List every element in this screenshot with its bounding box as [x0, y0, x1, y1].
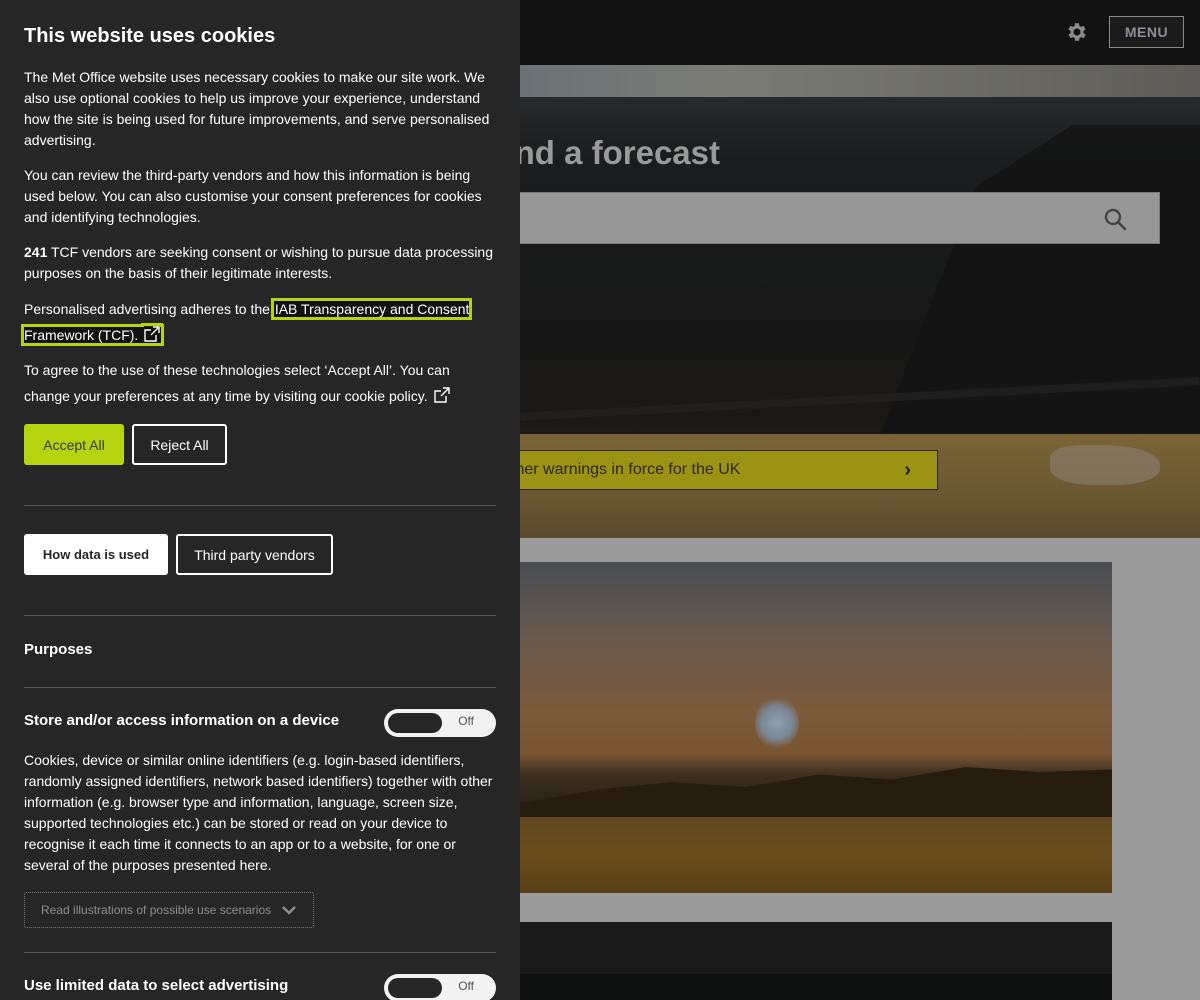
toggle-knob: [388, 713, 442, 733]
hero-rocks: [1050, 445, 1160, 485]
divider: [24, 615, 496, 616]
divider: [24, 952, 496, 953]
chevron-right-icon: ›: [904, 459, 911, 481]
toggle-knob: [388, 978, 442, 998]
warning-bar-label: ther warnings in force for the UK: [511, 461, 741, 478]
purposes-heading: Purposes: [24, 641, 93, 658]
tab-how-data-is-used[interactable]: How data is used: [24, 534, 168, 575]
reject-all-button[interactable]: Reject All: [132, 424, 227, 465]
toggle-state: Off: [458, 714, 474, 728]
vendor-count-rest: TCF vendors are seeking consent or wishi…: [24, 244, 494, 281]
cookie-review-text: You can review the third-party vendors a…: [24, 167, 482, 225]
tab-third-party-vendors[interactable]: Third party vendors: [176, 534, 333, 575]
divider: [24, 687, 496, 688]
accept-all-button[interactable]: Accept All: [24, 424, 124, 465]
search-icon[interactable]: [1103, 207, 1127, 231]
use-scenarios-expander[interactable]: Read illustrations of possible use scena…: [24, 892, 314, 928]
cookie-policy-label: To agree to the use of these technologie…: [24, 362, 450, 404]
cookie-policy-text: To agree to the use of these technologie…: [24, 357, 496, 409]
cookie-consent-panel: This website uses cookies The Met Office…: [0, 0, 520, 1000]
menu-button[interactable]: MENU: [1109, 16, 1184, 48]
purpose-description: Cookies, device or similar online identi…: [24, 752, 493, 873]
vendor-count: 241: [24, 244, 48, 260]
vendor-count-text: 241 TCF vendors are seeking consent or w…: [24, 242, 496, 284]
purpose-toggle-store-access[interactable]: Off: [384, 709, 496, 737]
gear-icon[interactable]: [1064, 20, 1088, 44]
external-link-icon[interactable]: [433, 387, 450, 403]
external-link-icon: [144, 326, 161, 342]
purpose-toggle-limited-data-ads[interactable]: Off: [384, 974, 496, 1000]
purpose-title: Store and/or access information on a dev…: [24, 712, 340, 729]
cookie-panel-title: This website uses cookies: [24, 25, 276, 47]
sun-glow: [755, 697, 799, 749]
cookie-intro-text: The Met Office website uses necessary co…: [24, 69, 490, 148]
use-scenarios-label: Read illustrations of possible use scena…: [41, 903, 272, 917]
toggle-state: Off: [458, 979, 474, 993]
chevron-down-icon: [282, 906, 296, 915]
tcf-prefix: Personalised advertising adheres to the: [24, 301, 274, 317]
tcf-text: Personalised advertising adheres to the …: [20, 296, 496, 348]
purpose-title: Use limited data to select advertising: [24, 977, 289, 994]
divider: [24, 505, 496, 506]
